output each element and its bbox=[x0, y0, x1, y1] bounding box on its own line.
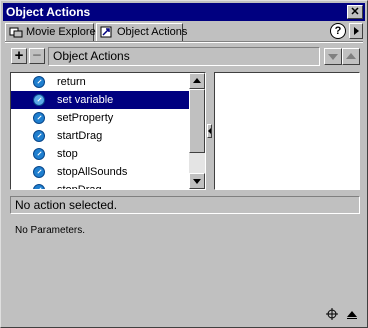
status-bar: No action selected. bbox=[10, 196, 360, 214]
panel-menu-button[interactable] bbox=[349, 23, 363, 39]
scrollbar-thumb[interactable] bbox=[189, 89, 205, 153]
move-down-icon bbox=[328, 54, 338, 60]
tab-movie-explorer[interactable]: Movie Explorer bbox=[5, 23, 99, 41]
collapse-left-icon[interactable] bbox=[207, 124, 212, 138]
pane-splitter[interactable] bbox=[206, 72, 213, 190]
list-item[interactable]: stopAllSounds bbox=[11, 163, 189, 181]
action-arrow-icon bbox=[33, 166, 45, 178]
action-arrow-icon bbox=[33, 148, 45, 160]
action-arrow-icon bbox=[33, 130, 45, 142]
scroll-up-button[interactable] bbox=[189, 73, 205, 89]
movie-explorer-icon bbox=[9, 27, 23, 38]
help-button[interactable]: ? bbox=[330, 23, 346, 39]
list-item-label: stopAllSounds bbox=[57, 166, 128, 178]
help-icon: ? bbox=[334, 25, 342, 37]
close-icon: ✕ bbox=[350, 6, 360, 18]
list-item[interactable]: stop bbox=[11, 145, 189, 163]
object-actions-icon bbox=[100, 26, 112, 38]
add-action-button[interactable]: + bbox=[11, 48, 27, 64]
plus-icon: + bbox=[14, 47, 24, 64]
list-item-label: setProperty bbox=[57, 112, 114, 124]
tab-label: Movie Explorer bbox=[26, 26, 100, 38]
actions-list[interactable]: return set variable setProperty startDra… bbox=[11, 73, 189, 189]
action-arrow-icon bbox=[33, 76, 45, 88]
arrow-up-icon bbox=[193, 78, 201, 83]
list-item-label: startDrag bbox=[57, 130, 103, 142]
list-item[interactable]: return bbox=[11, 73, 189, 91]
move-down-button[interactable] bbox=[324, 48, 342, 65]
move-up-icon bbox=[346, 53, 356, 59]
action-arrow-icon bbox=[33, 184, 45, 189]
actions-list-scrollbar[interactable] bbox=[189, 73, 205, 189]
move-up-button[interactable] bbox=[342, 48, 360, 65]
list-item-label: stopDrag bbox=[57, 184, 102, 189]
list-item-label: return bbox=[57, 76, 86, 88]
list-item[interactable]: stopDrag bbox=[11, 181, 189, 189]
divider bbox=[5, 41, 363, 43]
list-item[interactable]: setProperty bbox=[11, 109, 189, 127]
list-item-label: set variable bbox=[57, 94, 114, 106]
title-bar[interactable]: Object Actions ✕ bbox=[3, 3, 365, 21]
tab-label: Object Actions bbox=[117, 26, 188, 38]
remove-action-button[interactable]: − bbox=[29, 48, 45, 64]
list-item-label: stop bbox=[57, 148, 78, 160]
tab-object-actions[interactable]: Object Actions bbox=[96, 23, 187, 41]
list-item[interactable]: startDrag bbox=[11, 127, 189, 145]
list-item[interactable]: set variable bbox=[11, 91, 189, 109]
action-arrow-icon bbox=[33, 94, 45, 106]
actions-list-pane: return set variable setProperty startDra… bbox=[10, 72, 206, 190]
object-actions-window: Object Actions ✕ Movie Explorer Object A… bbox=[0, 0, 368, 328]
object-actions-field[interactable]: Object Actions bbox=[48, 47, 320, 66]
arrow-down-icon bbox=[193, 179, 201, 184]
target-icon[interactable] bbox=[326, 308, 338, 320]
parameters-text: No Parameters. bbox=[15, 225, 86, 236]
scroll-down-button[interactable] bbox=[189, 173, 205, 189]
close-button[interactable]: ✕ bbox=[347, 5, 363, 19]
window-title: Object Actions bbox=[6, 5, 91, 19]
minus-icon: − bbox=[32, 47, 42, 64]
script-pane[interactable] bbox=[214, 72, 360, 190]
collapse-panel-icon[interactable] bbox=[347, 311, 357, 319]
action-arrow-icon bbox=[33, 112, 45, 124]
